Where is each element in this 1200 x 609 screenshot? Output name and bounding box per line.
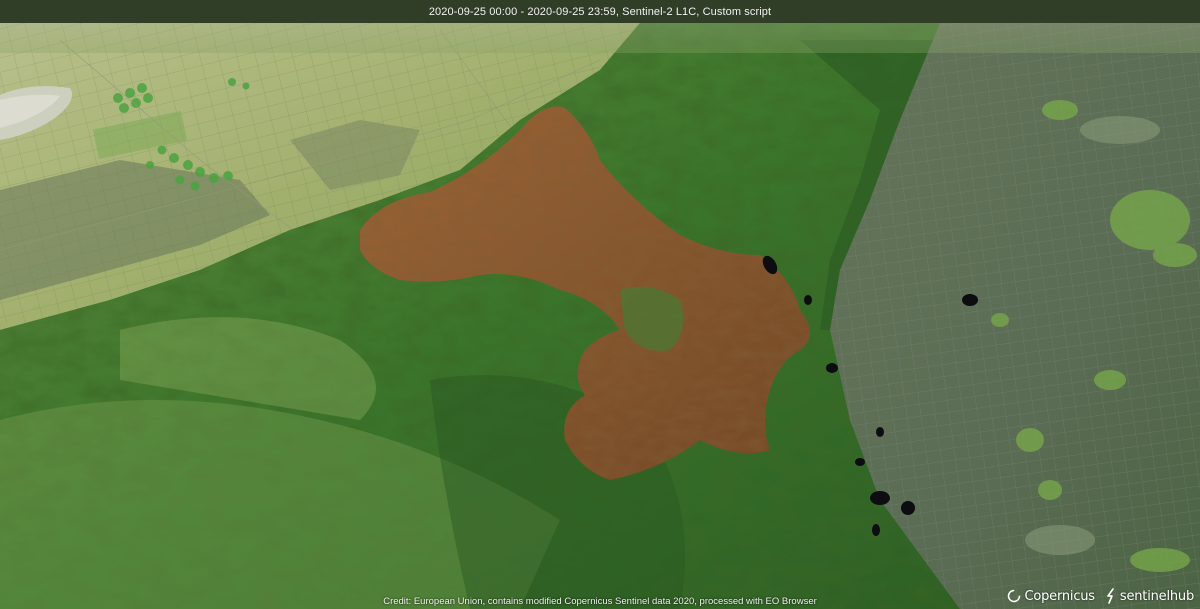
- eo-browser-3d-viewer[interactable]: 2020-09-25 00:00 - 2020-09-25 23:59, Sen…: [0, 0, 1200, 609]
- sentinelhub-wordmark: sentinelhub: [1119, 588, 1194, 604]
- copernicus-logo: Copernicus: [1007, 588, 1095, 604]
- satellite-terrain-map[interactable]: [0, 0, 1200, 609]
- copernicus-ring-icon: [1008, 589, 1021, 603]
- acquisition-title: 2020-09-25 00:00 - 2020-09-25 23:59, Sen…: [428, 5, 772, 18]
- copernicus-wordmark: Copernicus: [1024, 588, 1095, 604]
- header-bar: 2020-09-25 00:00 - 2020-09-25 23:59, Sen…: [0, 0, 1200, 23]
- sentinelhub-mark-icon: [1107, 588, 1114, 604]
- sentinelhub-logo: sentinelhub: [1105, 588, 1194, 604]
- logo-strip: Copernicus sentinelhub: [1007, 588, 1194, 604]
